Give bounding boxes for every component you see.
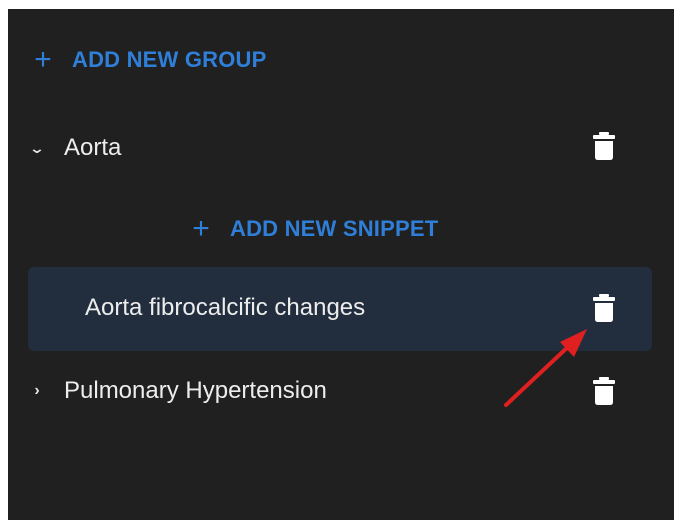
- trash-icon[interactable]: [593, 131, 615, 161]
- add-new-snippet-button[interactable]: + ADD NEW SNIPPET: [186, 207, 438, 251]
- chevron-right-icon[interactable]: ›: [26, 382, 48, 400]
- group-name: Pulmonary Hypertension: [64, 377, 327, 404]
- annotation-arrow: [504, 329, 587, 407]
- add-new-group-label: ADD NEW GROUP: [72, 47, 267, 72]
- plus-icon: +: [192, 212, 210, 245]
- plus-icon: +: [34, 43, 52, 76]
- group-row-aorta[interactable]: ⌄ Aorta: [26, 124, 656, 172]
- chevron-down-icon[interactable]: ⌄: [22, 140, 53, 157]
- group-name: Aorta: [64, 134, 122, 161]
- snippet-groups-panel: + ADD NEW GROUP ⌄ Aorta + ADD NEW SNIPPE…: [8, 9, 674, 520]
- add-new-snippet-label: ADD NEW SNIPPET: [230, 216, 439, 241]
- snippet-name: Aorta fibrocalcific changes: [85, 294, 366, 321]
- add-new-group-button[interactable]: + ADD NEW GROUP: [28, 39, 267, 81]
